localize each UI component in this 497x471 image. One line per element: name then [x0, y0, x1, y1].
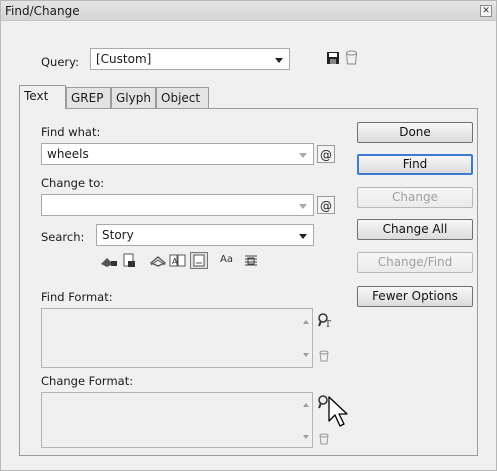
svg-text:@: @: [320, 148, 332, 162]
close-icon[interactable]: ✕: [480, 5, 492, 17]
search-scope-value: Story: [102, 228, 134, 242]
scroll-up-icon[interactable]: [303, 403, 309, 407]
tab-text[interactable]: Text: [19, 85, 66, 109]
special-characters-find-icon[interactable]: @: [317, 145, 335, 163]
find-what-input[interactable]: wheels: [41, 143, 314, 165]
include-footnotes-icon[interactable]: [190, 252, 208, 269]
delete-query-icon[interactable]: [345, 50, 358, 66]
svg-text:@: @: [320, 199, 332, 213]
special-characters-change-icon[interactable]: @: [317, 196, 335, 214]
tab-text-label: Text: [24, 89, 49, 103]
find-button[interactable]: Find: [357, 154, 473, 175]
done-button[interactable]: Done: [357, 122, 473, 143]
find-format-label: Find Format:: [41, 290, 113, 304]
change-format-box[interactable]: [41, 392, 313, 448]
find-change-dialog: Find/Change ✕ Query: [Custom] Text GREP …: [0, 0, 497, 471]
find-what-label: Find what:: [41, 125, 101, 139]
change-to-label: Change to:: [41, 176, 105, 190]
mouse-cursor-icon: [328, 396, 348, 427]
tab-grep[interactable]: GREP: [66, 87, 111, 109]
query-value: [Custom]: [96, 52, 152, 66]
search-scope-dropdown[interactable]: Story: [96, 224, 314, 246]
include-master-pages-icon[interactable]: A: [169, 253, 187, 268]
tab-object-label: Object: [161, 91, 201, 105]
chevron-down-icon: [299, 153, 307, 158]
tab-glyph[interactable]: Glyph: [111, 87, 156, 109]
include-hidden-layers-icon[interactable]: [149, 254, 167, 268]
query-label-text: Query:: [41, 55, 79, 69]
scroll-up-icon[interactable]: [303, 320, 309, 324]
chevron-down-icon: [299, 204, 307, 209]
change-find-button[interactable]: Change/Find: [357, 252, 473, 273]
change-all-button[interactable]: Change All: [357, 219, 473, 240]
svg-text:A: A: [172, 257, 178, 266]
scroll-down-icon[interactable]: [303, 353, 309, 357]
search-label: Search:: [41, 230, 85, 244]
save-query-icon[interactable]: [326, 51, 340, 65]
case-sensitive-icon[interactable]: Aa: [220, 254, 233, 265]
change-format-label: Change Format:: [41, 374, 134, 388]
scroll-down-icon[interactable]: [303, 435, 309, 439]
window-title: Find/Change: [5, 4, 80, 18]
clear-find-format-icon[interactable]: [319, 350, 329, 362]
chevron-down-icon: [275, 58, 283, 63]
chevron-down-icon: [299, 234, 307, 239]
find-what-value: wheels: [47, 147, 89, 161]
query-dropdown[interactable]: [Custom]: [90, 48, 290, 70]
find-format-box[interactable]: [41, 308, 313, 368]
include-locked-stories-icon[interactable]: [122, 253, 136, 268]
tab-object[interactable]: Object: [156, 87, 209, 109]
svg-text:T: T: [325, 320, 331, 328]
clear-change-format-icon[interactable]: [319, 433, 329, 445]
title-bar: Find/Change ✕: [1, 1, 496, 21]
fewer-options-button[interactable]: Fewer Options: [357, 286, 473, 307]
tab-grep-label: GREP: [71, 91, 104, 105]
specify-find-format-icon[interactable]: T: [317, 312, 333, 328]
tab-glyph-label: Glyph: [116, 91, 151, 105]
change-button[interactable]: Change: [357, 187, 473, 208]
query-label: Query:: [41, 55, 79, 69]
whole-word-icon[interactable]: [244, 254, 258, 267]
include-locked-layers-icon[interactable]: [99, 254, 119, 268]
change-to-input[interactable]: [41, 194, 314, 216]
